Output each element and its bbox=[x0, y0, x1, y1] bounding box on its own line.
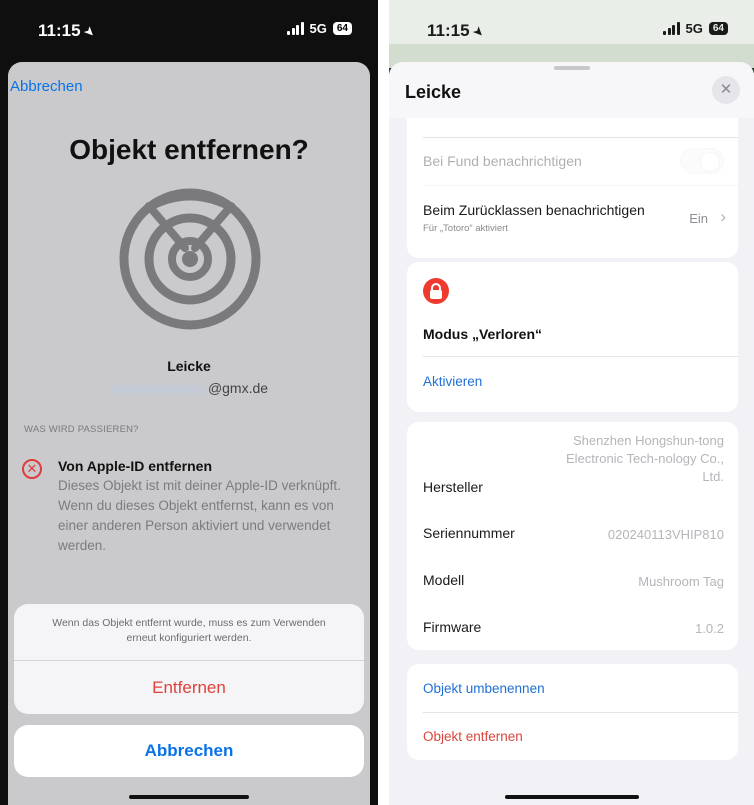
notify-found-label: Bei Fund benachrichtigen bbox=[423, 153, 582, 169]
close-button[interactable]: ✕ bbox=[712, 76, 740, 104]
remove-title: Von Apple-ID entfernen bbox=[58, 458, 212, 474]
notify-left-sub: Für „Totoro“ aktiviert bbox=[423, 223, 508, 234]
action-message: Wenn das Objekt entfernt wurde, muss es … bbox=[52, 617, 326, 644]
network-label: 5G bbox=[685, 21, 703, 36]
rename-object-link[interactable]: Objekt umbenennen bbox=[423, 681, 545, 696]
sheet-header: Leicke ✕ bbox=[389, 62, 754, 118]
network-label: 5G bbox=[309, 21, 327, 36]
status-time: 11:15➤ bbox=[38, 21, 99, 41]
activate-lost-mode-link[interactable]: Aktivieren bbox=[423, 374, 482, 389]
remove-apple-id-item: ✕ Von Apple-ID entfernen Dieses Objekt i… bbox=[22, 458, 356, 556]
notifications-card: Bei Fund benachrichtigen Beim Zurücklass… bbox=[407, 118, 738, 258]
status-bar: 11:15➤ 5G 64 bbox=[0, 0, 378, 60]
cancel-link[interactable]: Abbrechen bbox=[10, 78, 83, 95]
manufacturer-label: Hersteller bbox=[423, 479, 483, 495]
battery-icon: 64 bbox=[708, 22, 728, 35]
lost-mode-title: Modus „Verloren“ bbox=[423, 326, 543, 342]
remove-x-icon: ✕ bbox=[22, 459, 42, 479]
notify-left-label: Beim Zurücklassen benachrichtigen bbox=[423, 202, 645, 218]
divider bbox=[423, 712, 738, 713]
chevron-right-icon: › bbox=[720, 207, 726, 226]
remove-object-link[interactable]: Objekt entfernen bbox=[423, 729, 523, 744]
cancel-button[interactable]: Abbrechen bbox=[14, 725, 364, 777]
manufacturer-value: Shenzhen Hongshun-tong Electronic Tech-n… bbox=[565, 433, 724, 484]
tracker-device-icon bbox=[119, 188, 261, 330]
clipped-row bbox=[423, 118, 738, 138]
firmware-label: Firmware bbox=[423, 619, 482, 635]
serial-value: 020240113VHIP810 bbox=[607, 527, 724, 542]
remove-body: Dieses Objekt ist mit deiner Apple-ID ve… bbox=[58, 478, 341, 553]
signal-icon bbox=[663, 22, 680, 35]
device-info-card: Shenzhen Hongshun-tong Electronic Tech-n… bbox=[407, 422, 738, 650]
signal-icon bbox=[287, 22, 304, 35]
divider bbox=[423, 356, 738, 357]
object-details-screen: 11:15➤ 5G 64 Leicke ✕ Bei Fund benachric… bbox=[389, 0, 754, 805]
model-value: Mushroom Tag bbox=[638, 574, 724, 589]
details-sheet: Leicke ✕ Bei Fund benachrichtigen Beim Z… bbox=[389, 62, 754, 805]
model-label: Modell bbox=[423, 572, 465, 588]
device-email: @gmx.de bbox=[8, 380, 370, 396]
close-icon: ✕ bbox=[719, 81, 733, 98]
lost-mode-card: Modus „Verloren“ Aktivieren bbox=[407, 262, 738, 412]
device-name: Leicke bbox=[167, 358, 211, 374]
remove-button[interactable]: Entfernen bbox=[14, 661, 364, 714]
status-right: 5G 64 bbox=[287, 21, 352, 36]
remove-object-screen: 11:15➤ 5G 64 Abbrechen Objekt entfernen?… bbox=[0, 0, 378, 805]
serial-label: Seriennummer bbox=[423, 525, 515, 541]
lock-icon bbox=[423, 278, 449, 304]
remove-texts: Von Apple-ID entfernen Dieses Objekt ist… bbox=[58, 458, 356, 556]
sheet-title: Leicke bbox=[405, 82, 462, 102]
firmware-value: 1.0.2 bbox=[695, 621, 724, 636]
notify-left-value: Ein bbox=[689, 211, 708, 226]
redacted-email bbox=[109, 384, 206, 394]
location-arrow-icon: ➤ bbox=[469, 22, 488, 41]
sheet-grabber[interactable] bbox=[553, 66, 590, 70]
notify-left-row[interactable]: Beim Zurücklassen benachrichtigen Für „T… bbox=[423, 186, 738, 258]
notify-found-row: Bei Fund benachrichtigen bbox=[423, 138, 738, 186]
notify-found-toggle[interactable] bbox=[680, 148, 724, 174]
home-indicator bbox=[504, 795, 639, 799]
location-arrow-icon: ➤ bbox=[80, 22, 99, 41]
home-indicator bbox=[129, 795, 249, 799]
object-actions-card: Objekt umbenennen Objekt entfernen bbox=[407, 664, 738, 760]
battery-icon: 64 bbox=[332, 22, 352, 35]
page-title: Objekt entfernen? bbox=[69, 134, 309, 165]
action-sheet: Wenn das Objekt entfernt wurde, muss es … bbox=[14, 604, 364, 714]
section-label: WAS WIRD PASSIEREN? bbox=[24, 424, 139, 435]
status-time: 11:15➤ bbox=[427, 21, 488, 41]
status-right: 5G 64 bbox=[663, 21, 728, 36]
